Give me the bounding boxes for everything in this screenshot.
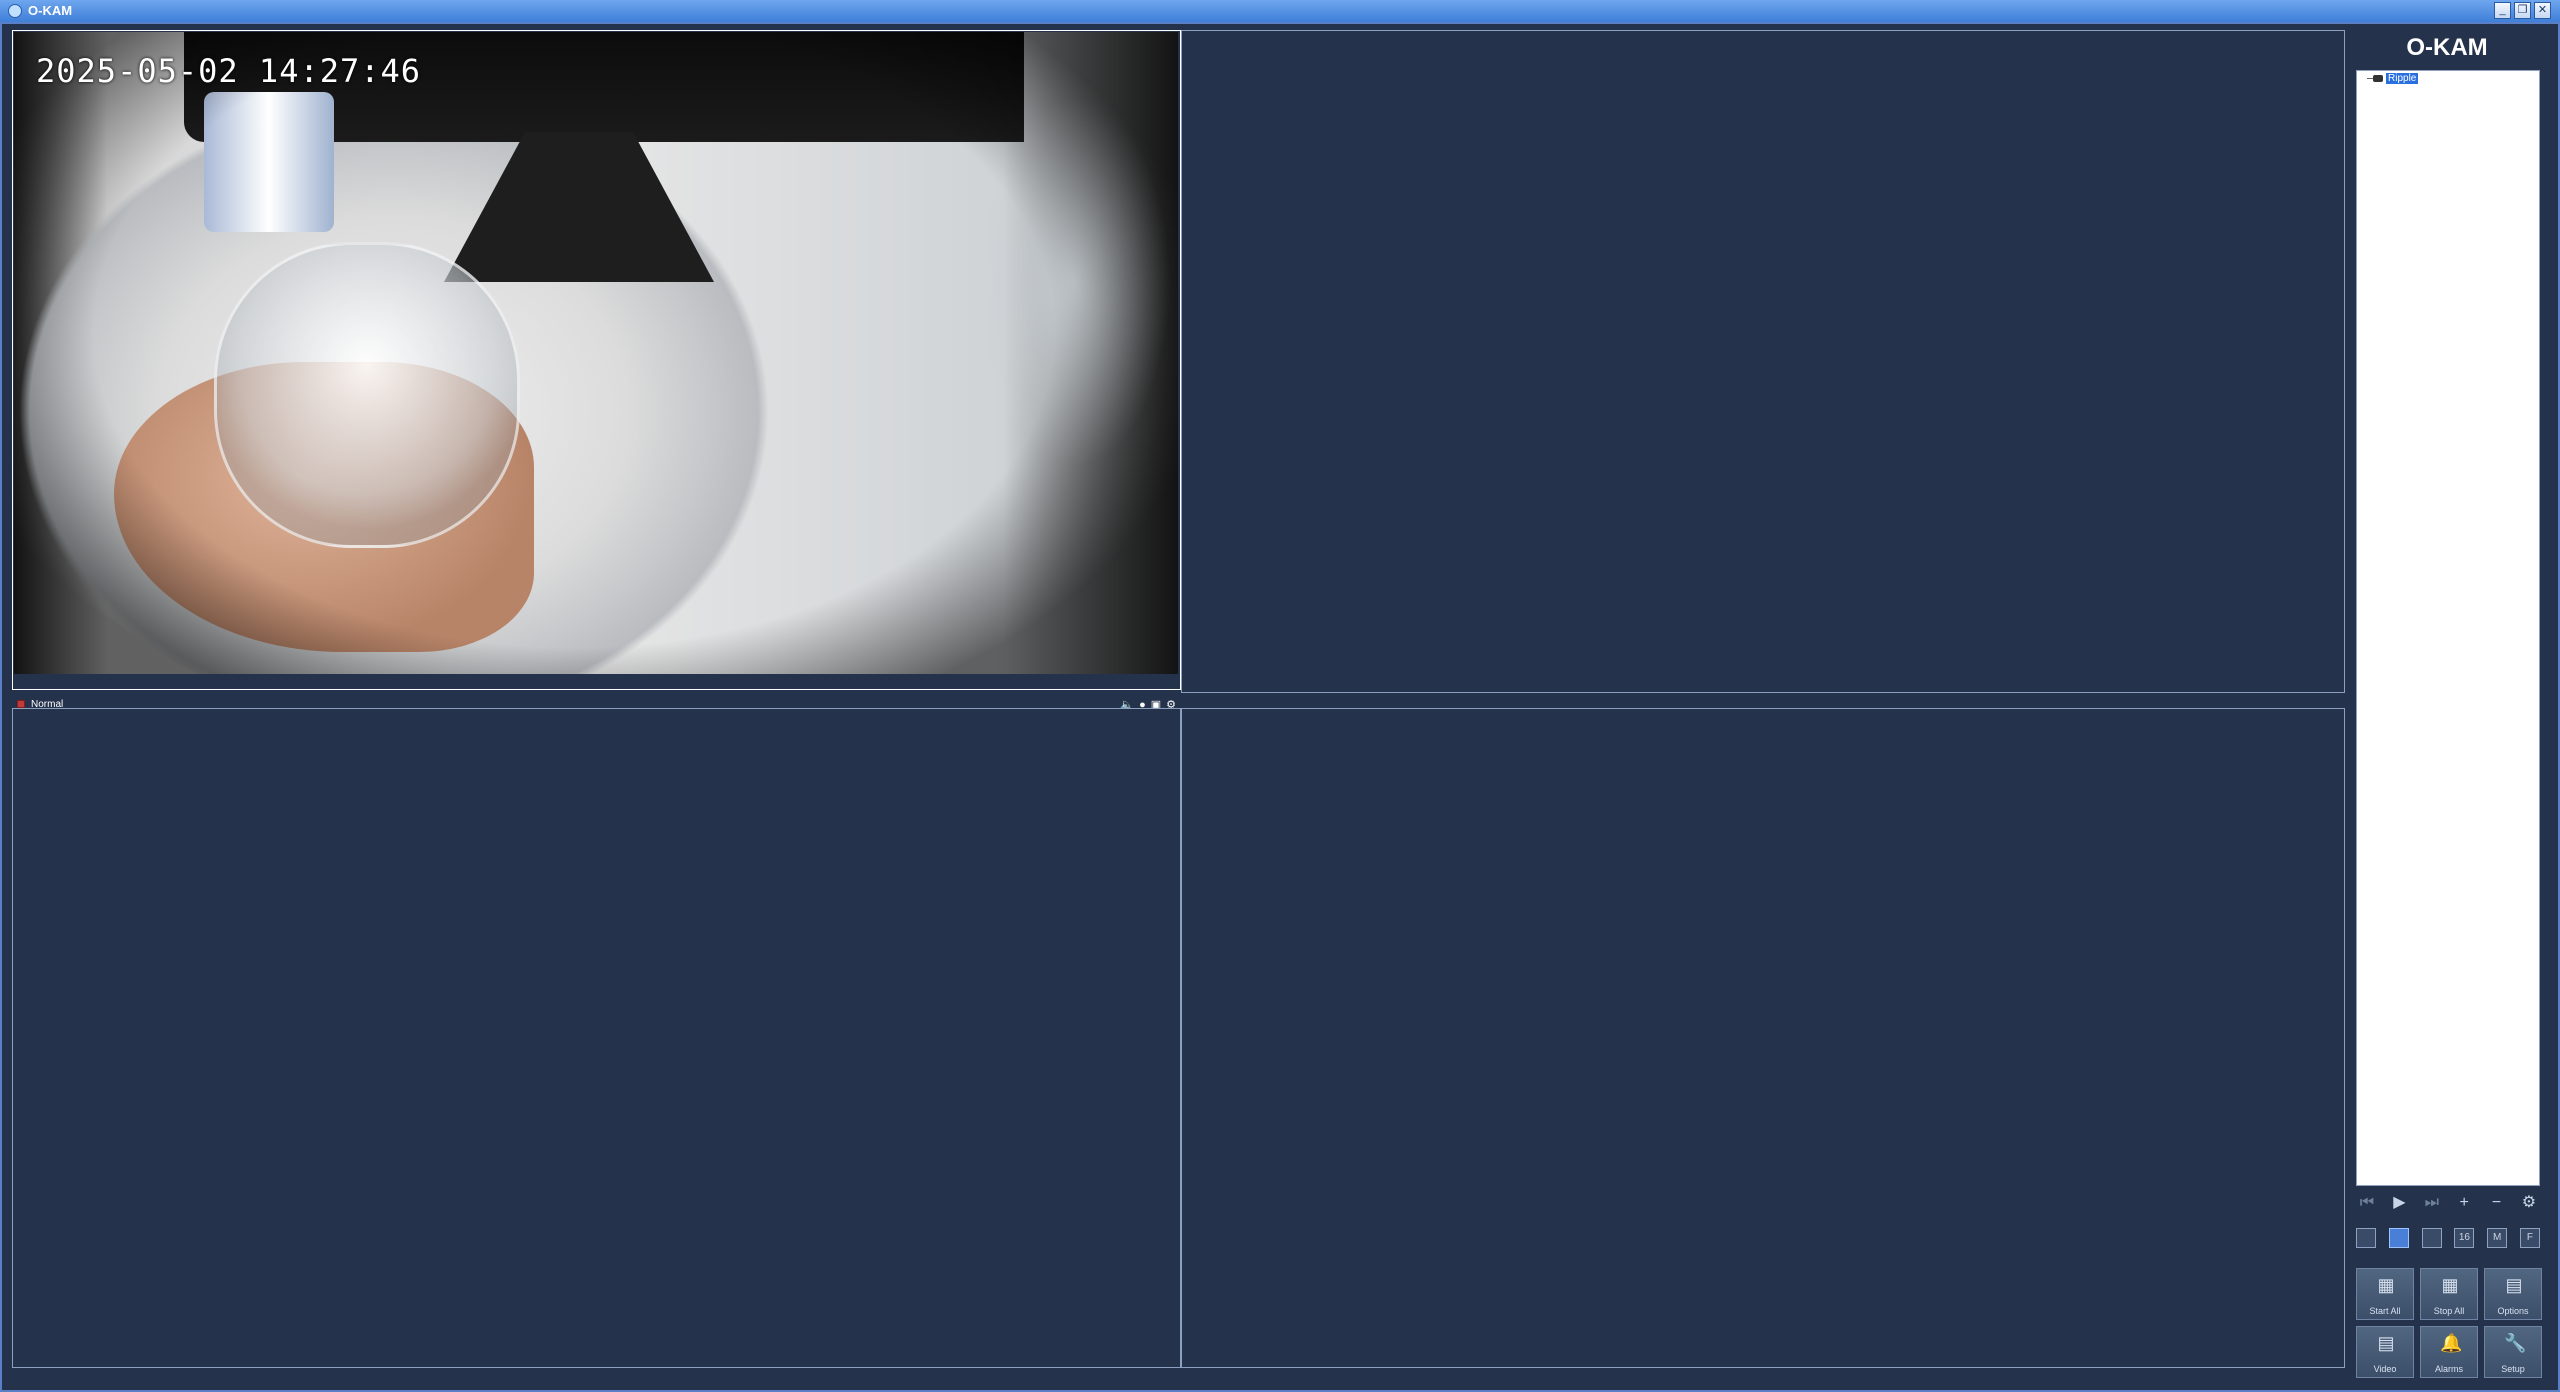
video-tile-3[interactable] xyxy=(12,708,1181,1368)
actions-row-1: ▦ Start All ▦ Stop All ▤ Options xyxy=(2356,1268,2542,1320)
video-timestamp: 2025-05-02 14:27:46 xyxy=(36,52,422,90)
layout-selector: 16 M F xyxy=(2356,1227,2540,1249)
bell-icon: 🔔 xyxy=(2440,1333,2463,1353)
minimize-button[interactable]: _ xyxy=(2494,2,2511,19)
video-feed[interactable]: 2025-05-02 14:27:46 xyxy=(14,32,1178,674)
play-icon[interactable]: ▶ xyxy=(2388,1192,2410,1214)
options-button[interactable]: ▤ Options xyxy=(2484,1268,2542,1320)
playback-controls: ⏮ ▶ ⏭ + − ⚙ xyxy=(2356,1192,2540,1214)
title-bar: O-KAM _ ❐ ✕ xyxy=(0,0,2560,22)
wrench-icon: 🔧 xyxy=(2504,1333,2527,1353)
close-button[interactable]: ✕ xyxy=(2534,2,2551,19)
side-panel: O-KAM Ripple ⏮ ▶ ⏭ + − ⚙ 16 M F ▦ Start … xyxy=(2352,30,2542,1390)
zoom-in-icon[interactable]: + xyxy=(2453,1192,2475,1214)
video-tile-4[interactable] xyxy=(1181,708,2345,1368)
layout-16-button[interactable]: 16 xyxy=(2454,1228,2475,1248)
actions-row-2: ▤ Video 🔔 Alarms 🔧 Setup xyxy=(2356,1326,2542,1378)
setup-button[interactable]: 🔧 Setup xyxy=(2484,1326,2542,1378)
restore-button[interactable]: ❐ xyxy=(2514,2,2531,19)
app-icon xyxy=(8,4,22,18)
zoom-out-icon[interactable]: − xyxy=(2486,1192,2508,1214)
gear-icon[interactable]: ⚙ xyxy=(2518,1192,2540,1214)
start-all-icon: ▦ xyxy=(2377,1275,2395,1295)
layout-4-button[interactable] xyxy=(2388,1228,2409,1248)
start-all-button[interactable]: ▦ Start All xyxy=(2356,1268,2414,1320)
video-tile-1[interactable]: 2025-05-02 14:27:46 Normal 🔈 ● ▣ ⚙ xyxy=(12,30,1181,711)
last-icon[interactable]: ⏭ xyxy=(2421,1192,2443,1214)
tree-item-ripple[interactable]: Ripple xyxy=(2367,73,2419,84)
options-icon: ▤ xyxy=(2505,1275,2523,1295)
video-button[interactable]: ▤ Video xyxy=(2356,1326,2414,1378)
window-title: O-KAM xyxy=(28,3,73,18)
video-tile-2[interactable] xyxy=(1181,30,2345,693)
layout-9-button[interactable] xyxy=(2421,1228,2442,1248)
camera-icon xyxy=(2367,74,2383,84)
brand-logo: O-KAM xyxy=(2406,34,2488,61)
layout-full-button[interactable]: F xyxy=(2519,1228,2540,1248)
first-icon[interactable]: ⏮ xyxy=(2356,1192,2378,1214)
status-led xyxy=(17,700,25,708)
layout-1-button[interactable] xyxy=(2356,1228,2376,1248)
stop-all-icon: ▦ xyxy=(2441,1275,2459,1295)
video-icon: ▤ xyxy=(2377,1333,2395,1353)
device-tree[interactable]: Ripple xyxy=(2356,70,2540,1186)
layout-m-button[interactable]: M xyxy=(2487,1228,2508,1248)
alarms-button[interactable]: 🔔 Alarms xyxy=(2420,1326,2478,1378)
stop-all-button[interactable]: ▦ Stop All xyxy=(2420,1268,2478,1320)
main-frame: 2025-05-02 14:27:46 Normal 🔈 ● ▣ ⚙ xyxy=(0,22,2560,1392)
device-name: Ripple xyxy=(2386,73,2419,84)
